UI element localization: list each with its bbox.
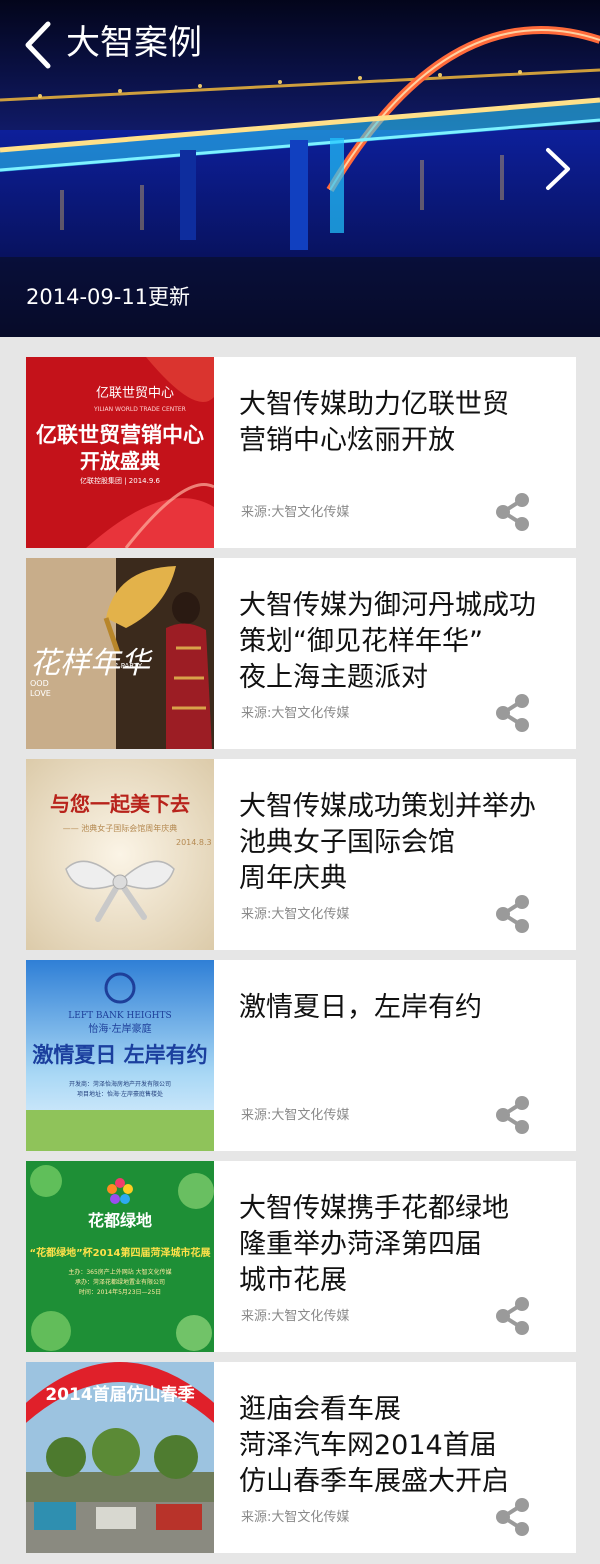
svg-text:项目地址：怡海·左岸豪庭售楼处: 项目地址：怡海·左岸豪庭售楼处 xyxy=(77,1090,163,1098)
next-slide-button[interactable] xyxy=(540,146,576,192)
case-card[interactable]: 花都绿地 “花都绿地”杯2014第四届菏泽城市花展 主办：365房产上外网站 大… xyxy=(26,1161,576,1352)
case-thumbnail: 与您一起美下去 —— 池典女子国际会馆周年庆典 2014.8.3 xyxy=(26,759,214,950)
svg-text:2014首届仿山春季: 2014首届仿山春季 xyxy=(45,1384,194,1405)
svg-text:主办：365房产上外网站 大智文化传媒: 主办：365房产上外网站 大智文化传媒 xyxy=(68,1268,171,1276)
chevron-right-icon xyxy=(546,148,570,190)
title-bar: 大智案例 xyxy=(0,0,600,90)
share-button[interactable] xyxy=(494,1094,532,1136)
svg-text:时间：2014年5月23日—25日: 时间：2014年5月23日—25日 xyxy=(79,1288,161,1296)
svg-text:亿联世贸中心: 亿联世贸中心 xyxy=(96,386,174,401)
share-button[interactable] xyxy=(494,491,532,533)
case-thumbnail: LEFT BANK HEIGHTS 怡海·左岸豪庭 激情夏日 左岸有约 开发商：… xyxy=(26,960,214,1151)
svg-text:♪ PARTY: ♪ PARTY xyxy=(114,662,143,670)
case-title: 大智传媒成功策划并举办 池典女子国际会馆 周年庆典 xyxy=(239,791,536,894)
page-title: 大智案例 xyxy=(66,23,202,63)
case-list: 亿联世贸中心 YILIAN WORLD TRADE CENTER 亿联世贸营销中… xyxy=(26,357,576,1563)
case-source: 来源:大智文化传媒 xyxy=(241,505,350,520)
share-icon xyxy=(496,895,529,933)
chevron-left-icon xyxy=(25,21,51,69)
case-card[interactable]: 花样年华 ♪ PARTY OOD LOVE 大智传媒为御河丹城成功 策划“御见花… xyxy=(26,558,576,749)
case-source: 来源:大智文化传媒 xyxy=(241,1510,350,1525)
svg-text:OOD: OOD xyxy=(30,679,49,688)
case-title: 大智传媒携手花都绿地 隆重举办菏泽第四届 城市花展 xyxy=(239,1193,509,1296)
share-button[interactable] xyxy=(494,893,532,935)
case-title: 大智传媒助力亿联世贸 营销中心炫丽开放 xyxy=(239,389,509,456)
case-thumbnail: 亿联世贸中心 YILIAN WORLD TRADE CENTER 亿联世贸营销中… xyxy=(26,357,214,548)
svg-text:2014.8.3: 2014.8.3 xyxy=(176,838,212,847)
case-source: 来源:大智文化传媒 xyxy=(241,907,350,922)
case-source: 来源:大智文化传媒 xyxy=(241,706,350,721)
back-button[interactable] xyxy=(18,20,58,70)
share-icon xyxy=(496,493,529,531)
svg-text:与您一起美下去: 与您一起美下去 xyxy=(50,792,190,816)
update-date: 2014-09-11更新 xyxy=(26,285,191,309)
svg-text:承办：菏泽花都绿地置业有限公司: 承办：菏泽花都绿地置业有限公司 xyxy=(75,1278,165,1286)
share-icon xyxy=(496,1498,529,1536)
svg-text:开放盛典: 开放盛典 xyxy=(80,449,160,473)
case-source: 来源:大智文化传媒 xyxy=(241,1108,350,1123)
svg-text:怡海·左岸豪庭: 怡海·左岸豪庭 xyxy=(88,1022,151,1035)
case-card[interactable]: 亿联世贸中心 YILIAN WORLD TRADE CENTER 亿联世贸营销中… xyxy=(26,357,576,548)
share-button[interactable] xyxy=(494,1295,532,1337)
share-button[interactable] xyxy=(494,1496,532,1538)
case-title: 逛庙会看车展 菏泽汽车网2014首届 仿山春季车展盛大开启 xyxy=(239,1394,509,1497)
svg-text:亿联世贸营销中心: 亿联世贸营销中心 xyxy=(36,423,204,447)
update-bar: 2014-09-11更新 xyxy=(0,257,600,337)
share-button[interactable] xyxy=(494,692,532,734)
case-source: 来源:大智文化传媒 xyxy=(241,1309,350,1324)
share-icon xyxy=(496,1096,529,1134)
svg-text:—— 池典女子国际会馆周年庆典: —— 池典女子国际会馆周年庆典 xyxy=(63,823,178,833)
hero-banner[interactable]: 大智案例 2014-09-11更新 xyxy=(0,0,600,337)
svg-text:LEFT BANK HEIGHTS: LEFT BANK HEIGHTS xyxy=(68,1011,171,1021)
svg-text:花都绿地: 花都绿地 xyxy=(88,1211,152,1230)
case-card[interactable]: 与您一起美下去 —— 池典女子国际会馆周年庆典 2014.8.3 大智传媒成功策… xyxy=(26,759,576,950)
svg-text:YILIAN WORLD TRADE CENTER: YILIAN WORLD TRADE CENTER xyxy=(93,406,186,413)
svg-text:激情夏日 左岸有约: 激情夏日 左岸有约 xyxy=(32,1043,207,1067)
svg-text:亿联控股集团 | 2014.9.6: 亿联控股集团 | 2014.9.6 xyxy=(80,476,161,485)
svg-text:LOVE: LOVE xyxy=(30,689,51,698)
case-thumbnail: 花都绿地 “花都绿地”杯2014第四届菏泽城市花展 主办：365房产上外网站 大… xyxy=(26,1161,214,1352)
case-title: 大智传媒为御河丹城成功 策划“御见花样年华” 夜上海主题派对 xyxy=(239,590,536,693)
case-title: 激情夏日，左岸有约 xyxy=(239,992,482,1023)
case-thumbnail: 2014首届仿山春季 xyxy=(26,1362,214,1553)
svg-text:开发商：菏泽怡海房地产开发有限公司: 开发商：菏泽怡海房地产开发有限公司 xyxy=(69,1080,171,1088)
svg-text:“花都绿地”杯2014第四届菏泽城市花展: “花都绿地”杯2014第四届菏泽城市花展 xyxy=(30,1246,211,1259)
case-card[interactable]: 2014首届仿山春季 逛庙会看车展 菏泽汽车网2014首届 仿山春季车展盛大开启… xyxy=(26,1362,576,1553)
case-card[interactable]: LEFT BANK HEIGHTS 怡海·左岸豪庭 激情夏日 左岸有约 开发商：… xyxy=(26,960,576,1151)
case-thumbnail: 花样年华 ♪ PARTY OOD LOVE xyxy=(26,558,214,749)
share-icon xyxy=(496,1297,529,1335)
share-icon xyxy=(496,694,529,732)
